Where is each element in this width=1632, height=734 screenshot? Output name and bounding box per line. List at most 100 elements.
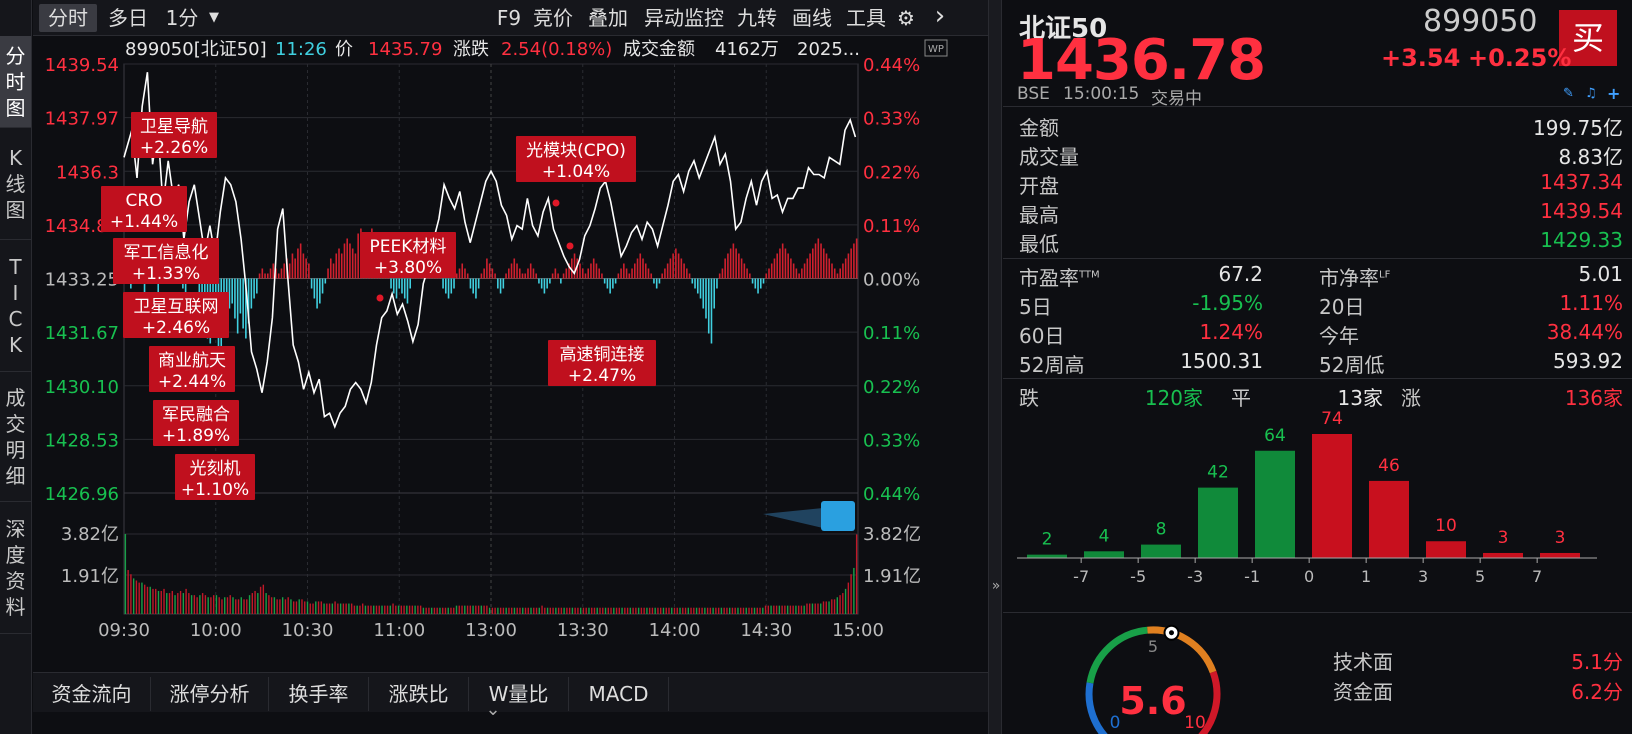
- pct-tick-label: 0.22%: [863, 377, 920, 398]
- concept-tag-name: 卫星互联网: [134, 297, 219, 317]
- time-tick-label: 14:00: [649, 620, 701, 641]
- sidebar-tab-intraday[interactable]: 分 时 图: [0, 36, 31, 128]
- time-tick-label: 10:00: [190, 620, 242, 641]
- dist-bar: [1426, 541, 1466, 558]
- sidebar-tab-char: 细: [5, 463, 26, 488]
- chart-toolbar: 分时 多日 1分 ▼ F9 竞价 叠加 异动监控 九转 画线 工具 ⚙ ›: [33, 0, 988, 36]
- event-marker[interactable]: [566, 242, 574, 250]
- add-icon[interactable]: +: [1607, 84, 1623, 103]
- tab-macd[interactable]: MACD: [569, 677, 669, 711]
- panel-expander[interactable]: »: [988, 0, 1002, 734]
- concept-tag[interactable]: PEEK材料+3.80%: [360, 232, 456, 278]
- info-line-text: 2025...: [797, 39, 860, 60]
- tab-multi-day[interactable]: 多日: [103, 4, 153, 32]
- concept-tag[interactable]: 卫星互联网+2.46%: [123, 292, 229, 338]
- concept-tag[interactable]: 军工信息化+1.33%: [113, 238, 219, 284]
- stat-label-text: 5日: [1019, 295, 1052, 319]
- stat-label-sup: LF: [1379, 269, 1391, 281]
- info-line-text: 11:26: [275, 39, 327, 60]
- event-marker[interactable]: [552, 199, 560, 207]
- info-line-text: 价: [335, 39, 353, 60]
- concept-tag[interactable]: 高速铜连接+2.47%: [548, 340, 656, 386]
- concept-tag[interactable]: 光模块(CPO)+1.04%: [516, 136, 636, 182]
- gauge-segment: [1086, 626, 1148, 684]
- edit-icon[interactable]: ✎: [1563, 86, 1579, 101]
- sidebar-tab-char: 分: [5, 43, 26, 68]
- intraday-chart[interactable]: 899050[北证50] 11:26 价 1435.79 涨跌 2.54(0.18%) 成交…: [33, 36, 988, 672]
- stat-label: 市盈率TTM: [1019, 262, 1100, 291]
- sidebar-tab-char: 线: [5, 171, 26, 196]
- dist-tick-label: -1: [1244, 567, 1260, 586]
- tab-1min[interactable]: 1分: [161, 4, 203, 32]
- nine-turn-button[interactable]: 九转: [733, 4, 781, 32]
- stat-label-sup: TTM: [1079, 269, 1100, 281]
- expand-arrow-icon[interactable]: »: [989, 578, 1003, 594]
- tab-capital-flow[interactable]: 资金流向: [33, 677, 151, 711]
- distribution-chart: 2 4 842647446103 3-7 -5 -3 -1 0 1 3 5 7: [1017, 409, 1597, 586]
- gear-icon[interactable]: ⚙: [891, 4, 921, 32]
- anomaly-monitor-button[interactable]: 异动监控: [639, 4, 729, 32]
- concept-tag-pct: +2.26%: [140, 138, 208, 158]
- next-arrow-icon[interactable]: ›: [927, 3, 953, 32]
- auction-button[interactable]: 竞价: [529, 4, 577, 32]
- concept-tag-name: CRO: [125, 191, 162, 211]
- concept-tag[interactable]: 卫星导航+2.26%: [131, 112, 217, 158]
- info-line-text: 1435.79: [368, 39, 442, 60]
- volume-tick-label: 1.91亿: [61, 566, 119, 587]
- period-dropdown-icon[interactable]: ▼: [205, 4, 223, 32]
- draw-line-button[interactable]: 画线: [788, 4, 836, 32]
- sidebar-tab-trades[interactable]: 成 交 明 细: [0, 372, 31, 502]
- chart-frame: [123, 63, 859, 615]
- price-tick-label: 1433.25: [45, 270, 119, 291]
- concept-tag[interactable]: 军民融合+1.89%: [153, 400, 239, 446]
- indicator-tabs: 资金流向 涨停分析 换手率 涨跌比 W量比 MACD ⌄: [33, 672, 988, 719]
- gauge-knob-center: [1168, 630, 1174, 636]
- sidebar-tab-char: 图: [5, 197, 26, 222]
- float-widget-box: [821, 501, 855, 531]
- overlay-button[interactable]: 叠加: [584, 4, 632, 32]
- quote-time: 15:00:15: [1063, 84, 1140, 104]
- concept-tag-pct: +1.10%: [181, 480, 249, 500]
- sidebar-tab-char: T: [9, 254, 22, 279]
- event-marker[interactable]: [376, 294, 384, 302]
- down-label: 跌: [1019, 386, 1039, 410]
- stat-label: 市净率LF: [1319, 262, 1390, 291]
- time-tick-label: 13:30: [557, 620, 609, 641]
- tools-button[interactable]: 工具: [842, 4, 890, 32]
- price-tick-label: 1426.96: [45, 484, 119, 505]
- concept-tag[interactable]: 光刻机+1.10%: [175, 454, 255, 500]
- dist-bar-label: 8: [1156, 520, 1167, 540]
- sidebar-tab-profile[interactable]: 深 度 资 料: [0, 502, 31, 634]
- time-tick-label: 13:00: [465, 620, 517, 641]
- stat-value: 1.24%: [1199, 320, 1263, 344]
- alert-bell-icon[interactable]: ♫: [1585, 86, 1601, 101]
- flat-count: 13家: [1337, 386, 1383, 410]
- info-line-text: 899050[北证50]: [125, 39, 267, 60]
- tab-turnover[interactable]: 换手率: [269, 677, 369, 711]
- fund-score-label: 资金面: [1333, 680, 1393, 704]
- tab-limit-up-analysis[interactable]: 涨停分析: [151, 677, 269, 711]
- pct-tick-label: 0.44%: [863, 484, 920, 505]
- gauge-min-label: 0: [1110, 713, 1121, 733]
- sidebar-tab-tick[interactable]: T I C K: [0, 240, 31, 372]
- pct-tick-label: 0.11%: [863, 216, 920, 237]
- stat-value: 1437.34: [1540, 170, 1623, 194]
- float-widget-icon[interactable]: [763, 501, 855, 531]
- dist-bar: [1027, 554, 1067, 558]
- collapse-down-icon[interactable]: ⌄: [473, 701, 513, 719]
- tab-up-down-ratio[interactable]: 涨跌比: [369, 677, 469, 711]
- concept-tag[interactable]: 商业航天+2.44%: [149, 346, 235, 392]
- sidebar-tab-kline[interactable]: K 线 图: [0, 128, 31, 240]
- sidebar-tab-char: 时: [5, 69, 26, 94]
- dist-bar: [1084, 551, 1124, 558]
- concept-tag-pct: +1.33%: [132, 264, 200, 284]
- stat-value: 8.83亿: [1558, 145, 1623, 169]
- dist-tick-label: 0: [1304, 567, 1314, 586]
- gauge-mid-label: 5: [1148, 637, 1158, 656]
- tab-intraday[interactable]: 分时: [39, 4, 97, 32]
- concept-tag-name: 卫星导航: [140, 117, 208, 137]
- index-code: 899050: [1423, 4, 1538, 39]
- pct-tick-label: 0.44%: [863, 55, 920, 76]
- f9-button[interactable]: F9: [494, 4, 524, 32]
- concept-tag[interactable]: CRO+1.44%: [101, 186, 187, 232]
